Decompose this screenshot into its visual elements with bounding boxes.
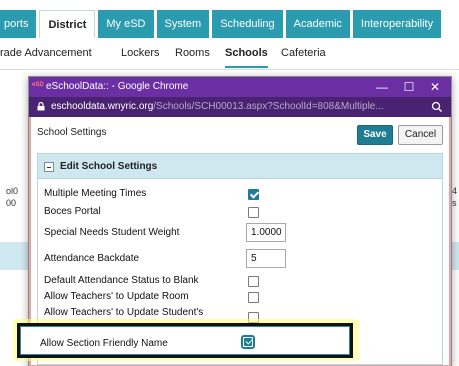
tab-academic[interactable]: Academic [285, 10, 350, 38]
subnav-rooms[interactable]: Rooms [175, 47, 210, 59]
tab-system[interactable]: System [156, 10, 210, 38]
panel-header[interactable]: Edit School Settings [38, 154, 442, 179]
cancel-button[interactable]: Cancel [398, 125, 443, 145]
subnav-cafeteria[interactable]: Cafeteria [281, 47, 326, 59]
tab-interoperability[interactable]: Interoperability [352, 10, 442, 38]
subnav-lockers[interactable]: Lockers [121, 47, 160, 59]
setting-label: Allow Teachers' to Update Room [44, 291, 189, 302]
setting-label: Default Attendance Status to Blank [44, 275, 199, 286]
background-text: 4 [452, 186, 458, 196]
esd-logo: eSD [32, 82, 44, 88]
maximize-button[interactable]: ☐ [396, 77, 422, 97]
setting-label: Special Needs Student Weight [44, 227, 180, 238]
minimize-button[interactable]: — [369, 77, 395, 97]
setting-label: Allow Teachers' to Update Student's [44, 307, 204, 318]
collapse-icon[interactable] [44, 162, 54, 172]
boces-portal-checkbox[interactable] [248, 207, 259, 218]
magnifier-icon[interactable] [431, 100, 443, 114]
address-bar[interactable]: eschooldata.wnyric.org/Schools/SCH00013.… [29, 97, 451, 117]
address-host: eschooldata.wnyric.org [51, 101, 154, 112]
background-text: 00 [6, 198, 17, 208]
close-button[interactable]: ✕ [422, 77, 448, 97]
subnav-grade-advancement[interactable]: rade Advancement [0, 47, 92, 59]
address-url: eschooldata.wnyric.org/Schools/SCH00013.… [51, 101, 384, 112]
background-text: s [452, 198, 457, 208]
attendance-backdate-input[interactable]: 5 [246, 249, 286, 268]
setting-label: Attendance Backdate [44, 253, 140, 264]
setting-label: Boces Portal [44, 206, 101, 217]
default-attendance-blank-checkbox[interactable] [248, 276, 259, 287]
sub-navigation: rade Advancement Lockers Rooms Schools C… [0, 38, 459, 70]
panel-title: Edit School Settings [60, 161, 158, 172]
save-button[interactable]: Save [357, 125, 393, 145]
allow-section-friendly-name-checkbox[interactable] [241, 335, 255, 349]
setting-label: Multiple Meeting Times [44, 188, 147, 199]
main-tab-bar: ports District My eSD System Scheduling … [0, 10, 444, 38]
window-title: eSchoolData:: - Google Chrome [46, 81, 189, 92]
tab-reports[interactable]: ports [0, 10, 37, 38]
tab-district[interactable]: District [39, 10, 96, 38]
student-weight-input[interactable]: 1.0000 [246, 223, 286, 242]
multiple-meeting-times-checkbox[interactable] [248, 189, 259, 200]
setting-label: Allow Section Friendly Name [40, 338, 168, 349]
screenshot-stage: ports District My eSD System Scheduling … [0, 0, 459, 366]
address-path: /Schools/SCH00013.aspx?SchoolId=808&Mult… [153, 101, 384, 112]
tab-scheduling[interactable]: Scheduling [212, 10, 283, 38]
tab-my-esd[interactable]: My eSD [98, 10, 154, 38]
background-text: ol0 [6, 186, 19, 196]
teachers-update-room-checkbox[interactable] [248, 292, 259, 303]
lock-icon [37, 102, 45, 111]
subnav-schools[interactable]: Schools [225, 47, 268, 68]
page-title: School Settings [37, 127, 107, 138]
window-title-bar[interactable]: eSD eSchoolData:: - Google Chrome — ☐ ✕ [29, 77, 451, 97]
